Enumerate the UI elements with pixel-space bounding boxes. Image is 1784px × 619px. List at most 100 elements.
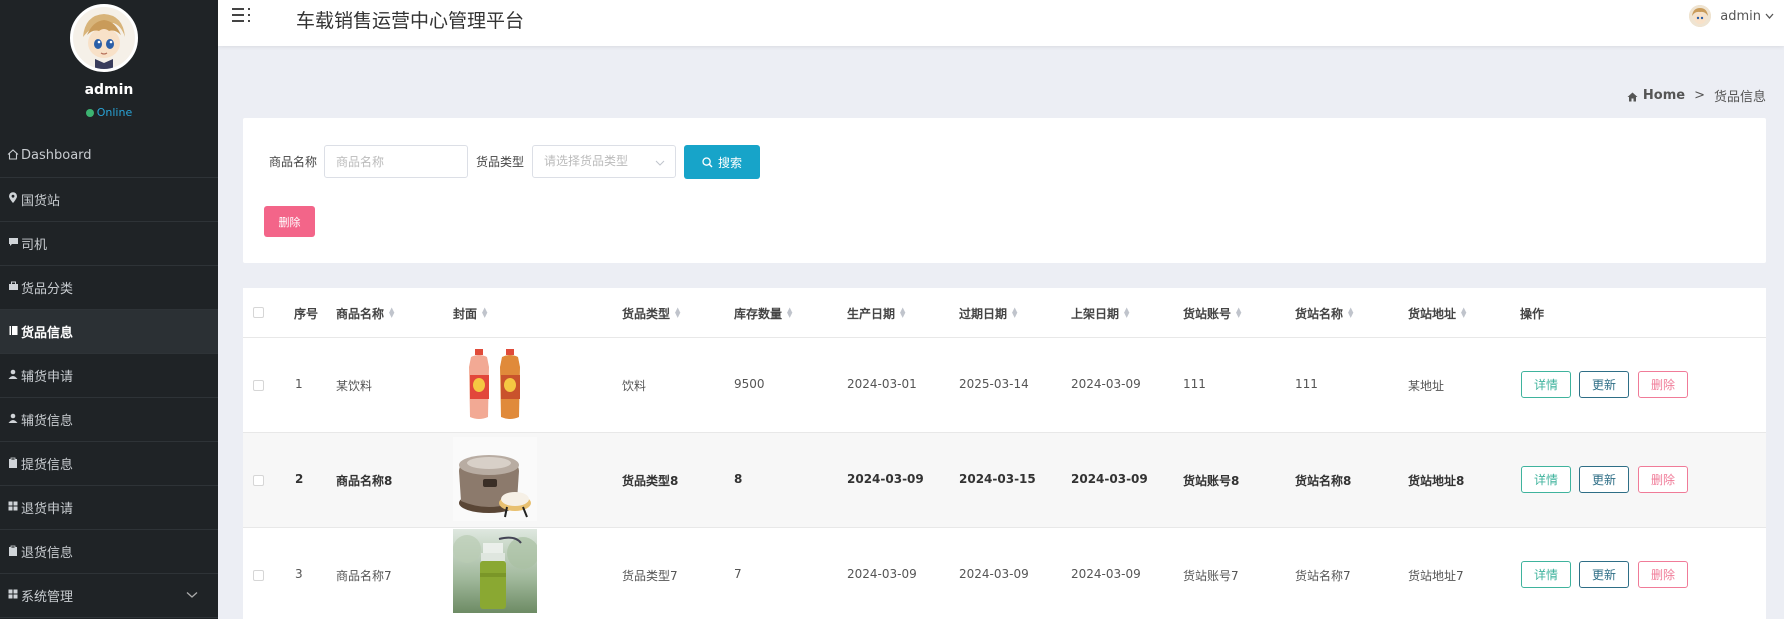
chevron-down-icon	[655, 158, 665, 169]
sidebar-item-restock-request[interactable]: 辅货申请	[0, 354, 218, 398]
sort-icon: ▲ ▼	[675, 306, 681, 319]
sidebar-item-category[interactable]: 货品分类	[0, 266, 218, 310]
menu-toggle-icon[interactable]	[232, 6, 250, 24]
col-type[interactable]: 货品类型 ▲ ▼	[622, 305, 680, 322]
row-checkbox[interactable]	[253, 380, 264, 391]
goods-table: 序号 商品名称 ▲ ▼ 封面 ▲ ▼ 货品类型 ▲ ▼ 库存数量 ▲ ▼ 生产日期 ▲ ▼ 过期日期…	[243, 288, 1766, 619]
detail-button[interactable]: 详情	[1521, 561, 1571, 588]
sidebar-item-driver[interactable]: 司机	[0, 222, 218, 266]
sidebar-item-restock-info[interactable]: 辅货信息	[0, 398, 218, 442]
cell-expires: 2024-03-15	[959, 472, 1036, 486]
search-button-label: 搜索	[717, 155, 742, 170]
breadcrumb-home[interactable]: Home	[1643, 88, 1685, 103]
name-search-input[interactable]	[324, 145, 468, 178]
col-actions: 操作	[1520, 307, 1545, 321]
top-header: 车载销售运营中心管理平台 admin	[218, 0, 1784, 46]
header-user-menu[interactable]: admin	[1689, 5, 1774, 27]
update-button[interactable]: 更新	[1579, 561, 1629, 588]
col-produced[interactable]: 生产日期 ▲ ▼	[847, 305, 905, 322]
sidebar-item-pickup-info[interactable]: 提货信息	[0, 442, 218, 486]
user-icon	[6, 413, 20, 426]
user-name: admin	[84, 82, 134, 98]
type-label: 货品类型	[476, 155, 525, 169]
search-panel: 商品名称 货品类型 请选择货品类型 搜索 删除	[243, 118, 1766, 263]
sidebar: admin Online Dashboard 国货站 司机 货品分类 货品信息 …	[0, 0, 218, 619]
cell-name: 商品名称7	[336, 569, 392, 583]
cell-station: 货站名称8	[1295, 474, 1352, 488]
cell-account: 货站账号8	[1183, 474, 1240, 488]
col-address[interactable]: 货站地址 ▲ ▼	[1408, 305, 1466, 322]
detail-button[interactable]: 详情	[1521, 466, 1571, 493]
cell-expires: 2024-03-09	[959, 567, 1029, 581]
update-button[interactable]: 更新	[1579, 466, 1629, 493]
sort-icon: ▲ ▼	[1461, 306, 1467, 319]
sidebar-item-label: 系统管理	[21, 590, 74, 605]
row-checkbox[interactable]	[253, 570, 264, 581]
sidebar-item-label: 国货站	[21, 194, 61, 209]
cell-account: 货站账号7	[1183, 569, 1239, 583]
sidebar-item-label: 辅货申请	[21, 370, 74, 385]
col-account[interactable]: 货站账号 ▲ ▼	[1183, 305, 1241, 322]
table-row: 2 商品名称8 货品类型8 8 2024-03-09 2024-03-15 20…	[243, 433, 1766, 528]
search-button[interactable]: 搜索	[684, 145, 760, 179]
col-listed[interactable]: 上架日期 ▲ ▼	[1071, 305, 1129, 322]
cover-image-green-bottle	[453, 529, 537, 613]
chevron-down-icon[interactable]	[186, 588, 198, 602]
bulk-delete-button[interactable]: 删除	[264, 206, 315, 237]
cell-address: 货站地址8	[1408, 474, 1465, 488]
sidebar-item-station[interactable]: 国货站	[0, 178, 218, 222]
select-all-checkbox[interactable]	[253, 307, 264, 318]
update-button[interactable]: 更新	[1579, 371, 1629, 398]
online-dot-icon	[85, 109, 94, 117]
chevron-down-icon	[1765, 11, 1774, 22]
home-icon	[1627, 91, 1638, 101]
cover-image-rice-cooker	[453, 437, 537, 521]
col-expires[interactable]: 过期日期 ▲ ▼	[959, 305, 1017, 322]
cell-stock: 8	[734, 472, 743, 486]
detail-button[interactable]: 详情	[1521, 371, 1571, 398]
col-cover[interactable]: 封面 ▲ ▼	[453, 305, 487, 322]
briefcase-icon	[6, 281, 20, 294]
cell-account: 111	[1183, 377, 1206, 391]
sidebar-item-dashboard[interactable]: Dashboard	[0, 134, 218, 178]
col-stock[interactable]: 库存数量 ▲ ▼	[734, 305, 792, 322]
sidebar-item-label: 货品分类	[21, 282, 74, 297]
cell-address: 货站地址7	[1408, 569, 1464, 583]
clipboard-icon	[6, 457, 20, 471]
header-avatar	[1689, 5, 1712, 27]
cell-produced: 2024-03-09	[847, 567, 917, 581]
delete-button[interactable]: 删除	[1638, 371, 1688, 398]
name-label: 商品名称	[269, 155, 318, 169]
grid-icon	[6, 589, 20, 602]
user-avatar[interactable]	[70, 4, 138, 72]
col-station[interactable]: 货站名称 ▲ ▼	[1295, 305, 1353, 322]
sort-icon: ▲ ▼	[1012, 306, 1018, 319]
cell-type: 货品类型7	[622, 569, 678, 583]
sidebar-item-label: 退货申请	[21, 502, 74, 517]
cell-station: 货站名称7	[1295, 569, 1351, 583]
sidebar-item-label: Dashboard	[21, 148, 92, 163]
sort-icon: ▲ ▼	[482, 306, 488, 319]
cell-type: 货品类型8	[622, 474, 679, 488]
delete-button[interactable]: 删除	[1638, 466, 1688, 493]
table-row: 3 商品名称7 货品类型7 7 2024-03-09 2024-03-09 20…	[243, 528, 1766, 619]
cell-stock: 7	[734, 567, 742, 581]
sidebar-item-label: 提货信息	[21, 458, 74, 473]
sidebar-menu: Dashboard 国货站 司机 货品分类 货品信息 辅货申请 辅货信息 提货信…	[0, 134, 218, 618]
sidebar-item-system[interactable]: 系统管理	[0, 574, 218, 618]
sidebar-item-return-info[interactable]: 退货信息	[0, 530, 218, 574]
app-title: 车载销售运营中心管理平台	[296, 10, 525, 32]
sort-icon: ▲ ▼	[389, 306, 395, 319]
cell-produced: 2024-03-01	[847, 377, 917, 391]
sort-icon: ▲ ▼	[1124, 306, 1130, 319]
clipboard-icon	[6, 545, 20, 559]
row-checkbox[interactable]	[253, 475, 264, 486]
cell-produced: 2024-03-09	[847, 472, 924, 486]
sidebar-item-return-request[interactable]: 退货申请	[0, 486, 218, 530]
status-text: Online	[96, 106, 133, 119]
col-name[interactable]: 商品名称 ▲ ▼	[336, 305, 394, 322]
sidebar-item-label: 司机	[21, 238, 48, 253]
sidebar-item-goods-info[interactable]: 货品信息	[0, 310, 218, 354]
delete-button[interactable]: 删除	[1638, 561, 1688, 588]
comment-icon	[6, 237, 20, 250]
